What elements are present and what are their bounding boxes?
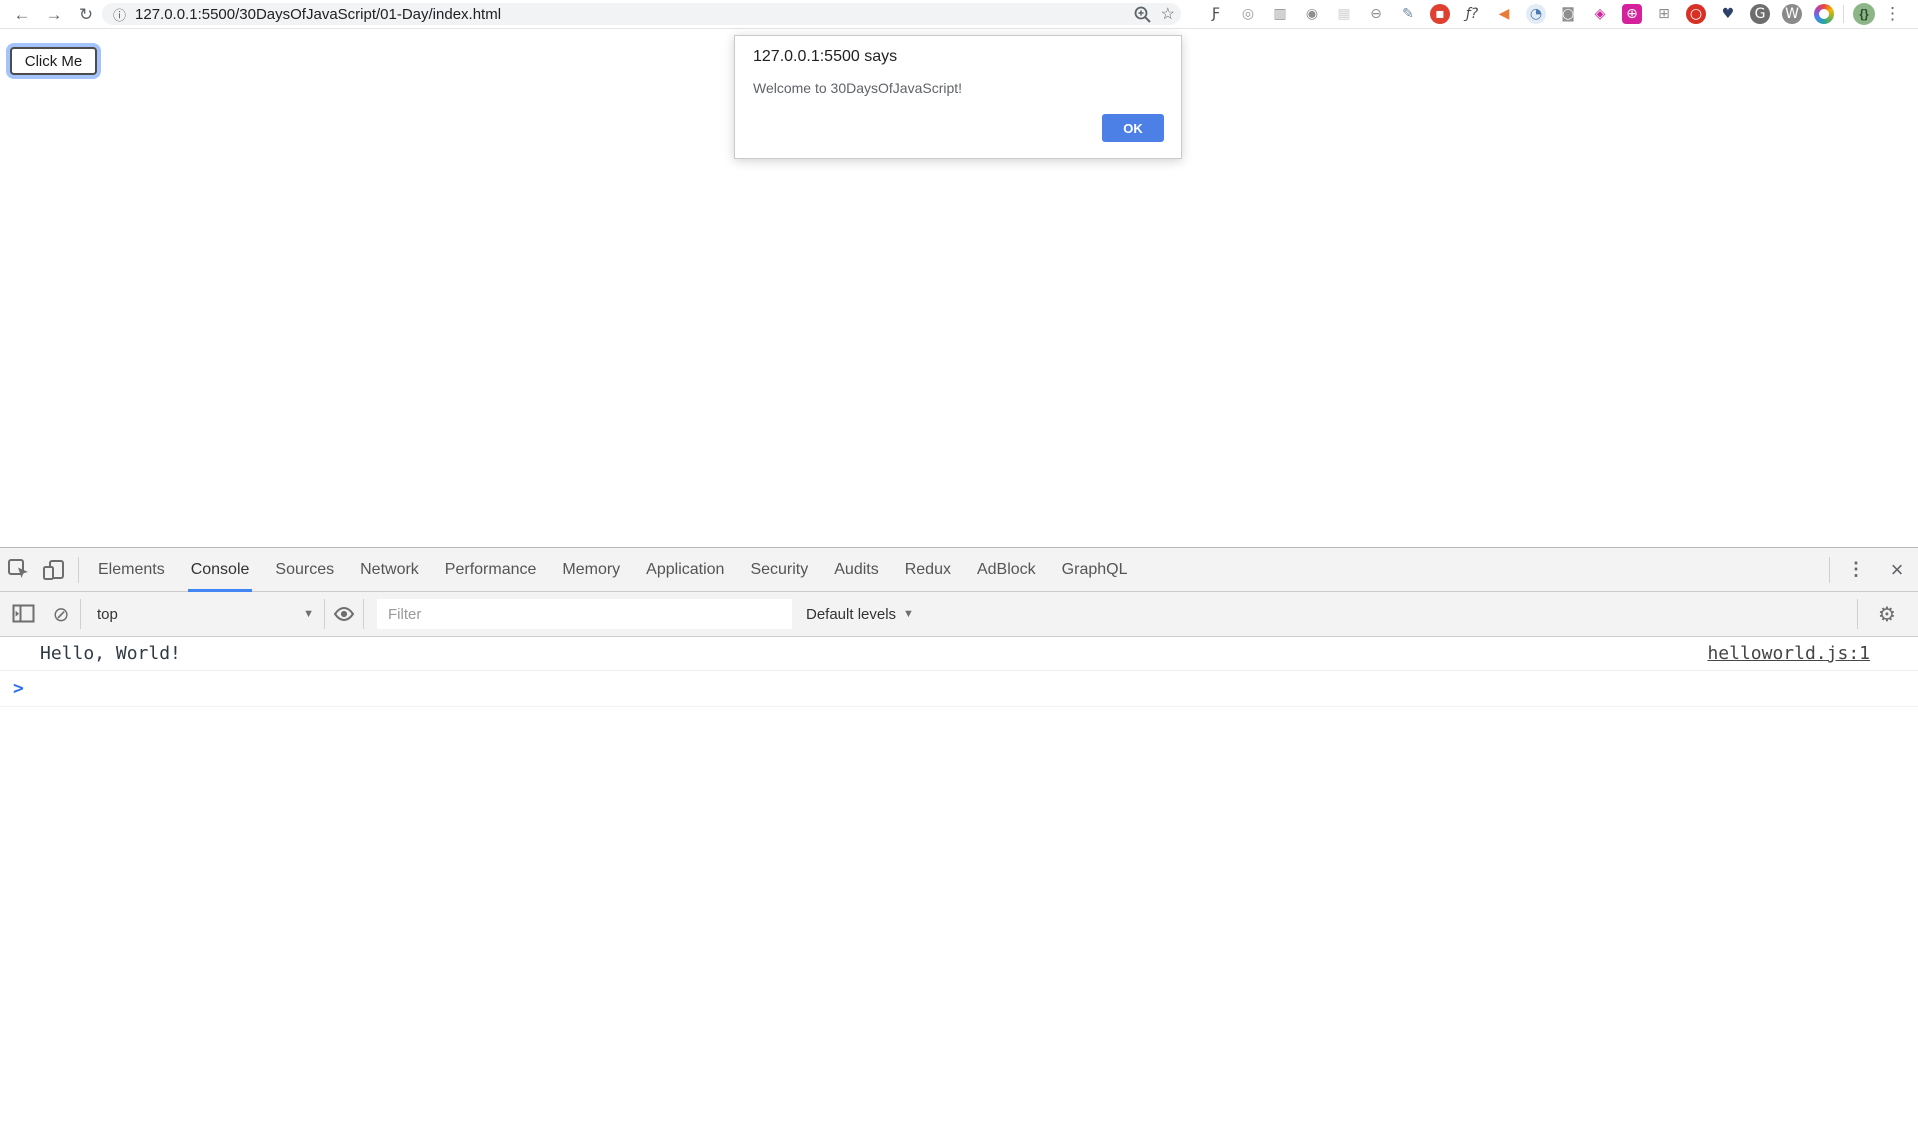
filter-input[interactable] (377, 599, 792, 629)
blocks-icon[interactable]: ⊞ (1654, 4, 1674, 24)
gear-square-icon[interactable]: ⊕ (1622, 4, 1642, 24)
tab-console[interactable]: Console (178, 548, 263, 592)
alert-message: Welcome to 30DaysOfJavaScript! (753, 80, 962, 96)
address-bar-actions: ☆ (1133, 3, 1175, 25)
alert-dialog: 127.0.0.1:5500 says Welcome to 30DaysOfJ… (734, 35, 1182, 159)
clear-console-icon[interactable]: ⊘ (42, 602, 80, 626)
rainbow-ring-icon[interactable] (1814, 4, 1834, 24)
console-message-text: Hello, World! (40, 643, 1707, 664)
graphql-ext-icon[interactable]: ◈ (1590, 4, 1610, 24)
dropdown-arrow-icon: ▼ (903, 608, 914, 620)
live-expression-eye-icon[interactable] (325, 603, 363, 625)
bookmark-red-icon[interactable]: ○ (1686, 4, 1706, 24)
devtools-tabbar: Elements Console Sources Network Perform… (0, 548, 1918, 592)
zoom-page-icon[interactable] (1133, 5, 1152, 24)
minus-circle-icon[interactable]: ⊖ (1366, 4, 1386, 24)
log-levels-value: Default levels (806, 606, 896, 623)
console-toolbar: ⊘ top ▼ Default levels ▼ ⚙ (0, 592, 1918, 637)
console-sidebar-icon[interactable] (4, 604, 42, 624)
console-message-source-link[interactable]: helloworld.js:1 (1707, 643, 1870, 664)
execution-context-value: top (97, 606, 303, 623)
camera-icon[interactable]: ◙ (1558, 4, 1578, 24)
console-message-row: Hello, World! helloworld.js:1 (0, 637, 1918, 671)
eyedropper-icon[interactable]: ✎ (1398, 4, 1418, 24)
swirl-icon[interactable]: ◔ (1526, 4, 1546, 24)
console-messages: Hello, World! helloworld.js:1 (0, 637, 1918, 671)
tab-adblock[interactable]: AdBlock (964, 548, 1049, 592)
tab-application[interactable]: Application (633, 548, 737, 592)
toolbar-separator (1843, 5, 1844, 23)
console-toolbar-separator (363, 599, 364, 629)
tabbar-separator (78, 557, 79, 583)
bookmark-star-icon[interactable]: ☆ (1161, 4, 1175, 24)
profile-avatar[interactable]: {} (1853, 3, 1875, 25)
console-toolbar-separator (1857, 599, 1858, 629)
inspect-element-icon[interactable] (0, 558, 36, 581)
script-f-icon[interactable]: Ƒ (1206, 4, 1226, 24)
ok-button[interactable]: OK (1102, 114, 1164, 142)
tab-network[interactable]: Network (347, 548, 432, 592)
split-panels-icon[interactable]: ▥ (1270, 4, 1290, 24)
settings-gear-icon[interactable]: ⚙ (1868, 602, 1906, 626)
w-circle-icon[interactable]: W (1782, 4, 1802, 24)
log-levels-dropdown[interactable]: Default levels ▼ (806, 606, 914, 623)
forward-icon[interactable]: → (38, 0, 70, 29)
hand-block-icon[interactable]: ▪ (1430, 4, 1450, 24)
devtools-menu-icon[interactable]: ⋮ (1836, 559, 1876, 580)
reload-icon[interactable]: ↻ (70, 0, 102, 29)
tab-sources[interactable]: Sources (262, 548, 347, 592)
tab-elements[interactable]: Elements (85, 548, 178, 592)
tabbar-right: ⋮ × (1836, 557, 1918, 583)
tab-redux[interactable]: Redux (892, 548, 964, 592)
g-circle-icon[interactable]: G (1750, 4, 1770, 24)
tab-performance[interactable]: Performance (432, 548, 550, 592)
megaphone-icon[interactable]: ◀ (1494, 4, 1514, 24)
site-info-icon[interactable]: ⓘ (113, 5, 126, 24)
nav-buttons: ← → ↻ (0, 0, 102, 29)
execution-context-dropdown[interactable]: top ▼ (81, 592, 324, 637)
tab-audits[interactable]: Audits (821, 548, 891, 592)
console-prompt-icon: > (13, 678, 24, 699)
extension-icons: Ƒ ◎ ▥ ◉ ▦ ⊖ ✎ ▪ ƒ? ◀ ◔ ◙ ◈ ⊕ ⊞ ○ (1206, 4, 1834, 24)
tab-graphql[interactable]: GraphQL (1049, 548, 1141, 592)
page-content: Click Me 127.0.0.1:5500 says Welcome to … (0, 30, 1918, 547)
heart-search-icon[interactable]: ♥ (1718, 4, 1738, 24)
browser-toolbar: ← → ↻ ⓘ 127.0.0.1:5500/30DaysOfJavaScrip… (0, 0, 1918, 29)
console-prompt-row[interactable]: > (0, 671, 1918, 707)
grid-icon[interactable]: ▦ (1334, 4, 1354, 24)
tab-memory[interactable]: Memory (549, 548, 633, 592)
tab-security[interactable]: Security (737, 548, 821, 592)
device-toolbar-icon[interactable] (36, 559, 72, 581)
devtools-tabs: Elements Console Sources Network Perform… (85, 548, 1140, 592)
tabbar-right-separator (1829, 557, 1830, 583)
alert-title: 127.0.0.1:5500 says (753, 48, 897, 66)
devtools-panel: Elements Console Sources Network Perform… (0, 547, 1918, 1146)
url-text[interactable]: 127.0.0.1:5500/30DaysOfJavaScript/01-Day… (135, 6, 501, 23)
address-bar[interactable]: ⓘ 127.0.0.1:5500/30DaysOfJavaScript/01-D… (102, 3, 1181, 25)
target-icon[interactable]: ◎ (1238, 4, 1258, 24)
dropdown-arrow-icon: ▼ (303, 608, 314, 620)
click-me-button[interactable]: Click Me (10, 47, 97, 75)
back-icon[interactable]: ← (6, 0, 38, 29)
devtools-close-icon[interactable]: × (1876, 557, 1918, 583)
bug-icon[interactable]: ◉ (1302, 4, 1322, 24)
chrome-menu-icon[interactable]: ⋮ (1884, 4, 1901, 24)
function-help-icon[interactable]: ƒ? (1462, 4, 1482, 24)
